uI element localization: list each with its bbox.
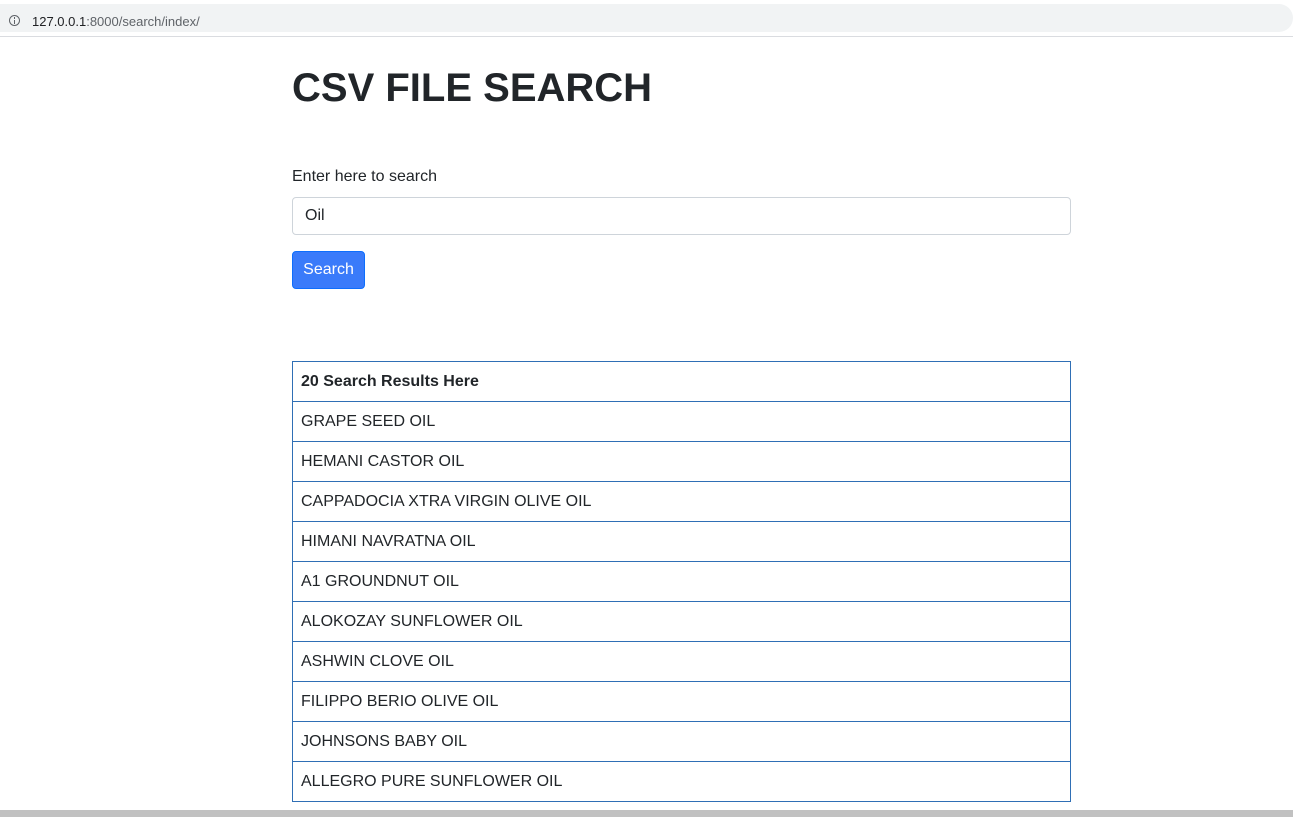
result-cell: FILIPPO BERIO OLIVE OIL: [292, 681, 1071, 722]
result-cell: CAPPADOCIA XTRA VIRGIN OLIVE OIL: [292, 481, 1071, 522]
horizontal-scrollbar[interactable]: [0, 810, 1293, 817]
search-button[interactable]: Search: [292, 251, 365, 289]
table-row: FILIPPO BERIO OLIVE OIL: [292, 681, 1071, 722]
table-row: JOHNSONS BABY OIL: [292, 721, 1071, 762]
page-title: CSV FILE SEARCH: [292, 66, 653, 110]
browser-address-bar: 127.0.0.1:8000/search/index/: [0, 0, 1293, 37]
result-cell: HIMANI NAVRATNA OIL: [292, 521, 1071, 562]
search-input[interactable]: [292, 197, 1071, 235]
results-header-row: 20 Search Results Here: [292, 361, 1071, 402]
url-text[interactable]: 127.0.0.1:8000/search/index/: [32, 14, 200, 30]
results-table: 20 Search Results Here GRAPE SEED OIL HE…: [292, 361, 1071, 802]
results-header: 20 Search Results Here: [292, 361, 1071, 402]
result-cell: A1 GROUNDNUT OIL: [292, 561, 1071, 602]
table-row: A1 GROUNDNUT OIL: [292, 561, 1071, 602]
table-row: ALOKOZAY SUNFLOWER OIL: [292, 601, 1071, 642]
url-host: 127.0.0.1: [32, 14, 87, 29]
result-cell: ALLEGRO PURE SUNFLOWER OIL: [292, 761, 1071, 802]
url-path: :8000/search/index/: [86, 14, 200, 29]
result-cell: ALOKOZAY SUNFLOWER OIL: [292, 601, 1071, 642]
result-cell: HEMANI CASTOR OIL: [292, 441, 1071, 482]
result-cell: JOHNSONS BABY OIL: [292, 721, 1071, 762]
info-icon[interactable]: [9, 15, 20, 26]
url-field[interactable]: 127.0.0.1:8000/search/index/: [0, 4, 1293, 32]
table-row: CAPPADOCIA XTRA VIRGIN OLIVE OIL: [292, 481, 1071, 522]
table-row: ALLEGRO PURE SUNFLOWER OIL: [292, 761, 1071, 802]
table-row: GRAPE SEED OIL: [292, 401, 1071, 442]
table-row: ASHWIN CLOVE OIL: [292, 641, 1071, 682]
result-cell: GRAPE SEED OIL: [292, 401, 1071, 442]
table-row: HIMANI NAVRATNA OIL: [292, 521, 1071, 562]
result-cell: ASHWIN CLOVE OIL: [292, 641, 1071, 682]
search-label: Enter here to search: [292, 168, 437, 185]
table-row: HEMANI CASTOR OIL: [292, 441, 1071, 482]
